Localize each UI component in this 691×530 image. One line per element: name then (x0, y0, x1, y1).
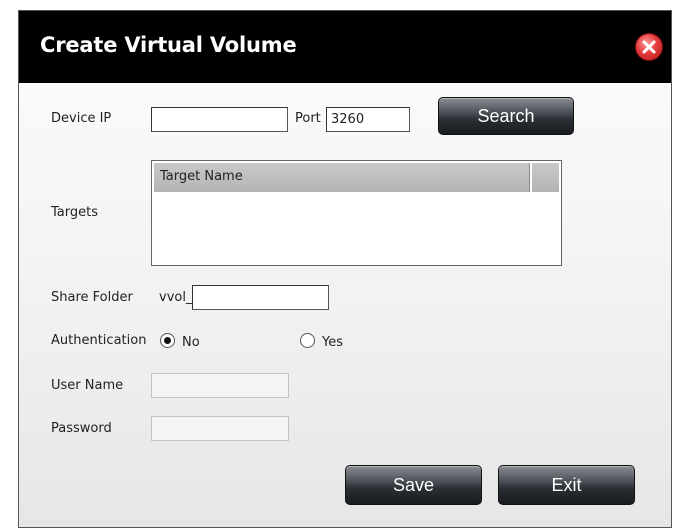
auth-no-label: No (182, 335, 200, 350)
auth-yes-label: Yes (322, 335, 343, 350)
targets-list[interactable]: Target Name (151, 160, 562, 266)
target-name-header-label: Target Name (160, 169, 243, 184)
password-input[interactable] (151, 416, 289, 441)
create-virtual-volume-dialog: Create Virtual Volume Device IP Port Sea… (18, 10, 672, 528)
exit-button[interactable]: Exit (498, 465, 635, 505)
targets-header-filler (532, 163, 559, 192)
title-bar: Create Virtual Volume (19, 11, 671, 83)
authentication-label: Authentication (51, 333, 147, 348)
user-name-input[interactable] (151, 373, 289, 398)
port-input[interactable] (326, 107, 410, 132)
share-folder-prefix: vvol_ (159, 290, 193, 305)
password-label: Password (51, 421, 112, 436)
device-ip-label: Device IP (51, 111, 112, 126)
auth-no-radio[interactable] (160, 333, 175, 348)
port-label: Port (295, 111, 321, 126)
auth-yes-radio[interactable] (300, 333, 315, 348)
device-ip-input[interactable] (151, 107, 288, 132)
targets-label: Targets (51, 205, 98, 220)
radio-selected-dot (164, 337, 171, 344)
share-folder-label: Share Folder (51, 290, 133, 305)
dialog-title: Create Virtual Volume (40, 33, 297, 57)
search-button[interactable]: Search (438, 97, 574, 135)
target-name-column-header[interactable]: Target Name (154, 163, 530, 192)
share-folder-input[interactable] (192, 285, 329, 310)
close-button[interactable] (635, 33, 663, 61)
close-icon (642, 40, 656, 54)
save-button[interactable]: Save (345, 465, 482, 505)
user-name-label: User Name (51, 378, 124, 393)
